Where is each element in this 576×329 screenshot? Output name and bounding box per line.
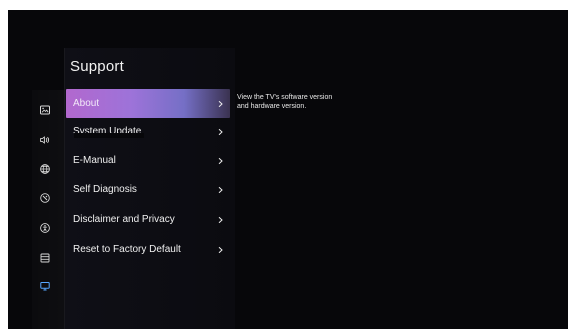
menu-item-self-diagnosis[interactable]: Self Diagnosis bbox=[66, 176, 230, 204]
chevron-right-icon bbox=[217, 100, 224, 108]
sound-icon[interactable] bbox=[39, 134, 51, 146]
tv-screen: Support About System Update E-Manual Sel… bbox=[8, 10, 568, 329]
chevron-right-icon bbox=[217, 246, 224, 254]
menu-item-e-manual[interactable]: E-Manual bbox=[66, 147, 230, 175]
menu-item-label: About bbox=[73, 97, 100, 109]
menu-item-label: Reset to Factory Default bbox=[73, 244, 181, 255]
menu-item-reset-to-factory-default[interactable]: Reset to Factory Default bbox=[66, 236, 230, 264]
chevron-right-icon bbox=[217, 157, 224, 165]
menu-item-label: E-Manual bbox=[73, 155, 116, 166]
general-globe-icon[interactable] bbox=[39, 163, 51, 175]
picture-icon[interactable] bbox=[39, 104, 51, 116]
menu-item-disclaimer-and-privacy[interactable]: Disclaimer and Privacy bbox=[66, 206, 230, 234]
page-title: Support bbox=[70, 58, 124, 75]
chevron-right-icon bbox=[217, 186, 224, 194]
chevron-right-icon bbox=[217, 128, 224, 136]
accessibility-icon[interactable] bbox=[39, 222, 51, 234]
menu-item-label: Self Diagnosis bbox=[73, 184, 137, 195]
privacy-shield-icon[interactable] bbox=[39, 192, 51, 204]
menu-item-about[interactable]: About bbox=[66, 89, 230, 118]
selected-item-description: View the TV's software version and hardw… bbox=[237, 94, 333, 110]
menu-list-icon[interactable] bbox=[39, 252, 51, 264]
menu-item-label: Disclaimer and Privacy bbox=[73, 214, 175, 225]
partially-obscured-text-mask bbox=[74, 133, 144, 138]
chevron-right-icon bbox=[217, 216, 224, 224]
menu-item-system-update[interactable]: System Update bbox=[66, 118, 230, 146]
support-tv-icon[interactable] bbox=[39, 280, 51, 292]
